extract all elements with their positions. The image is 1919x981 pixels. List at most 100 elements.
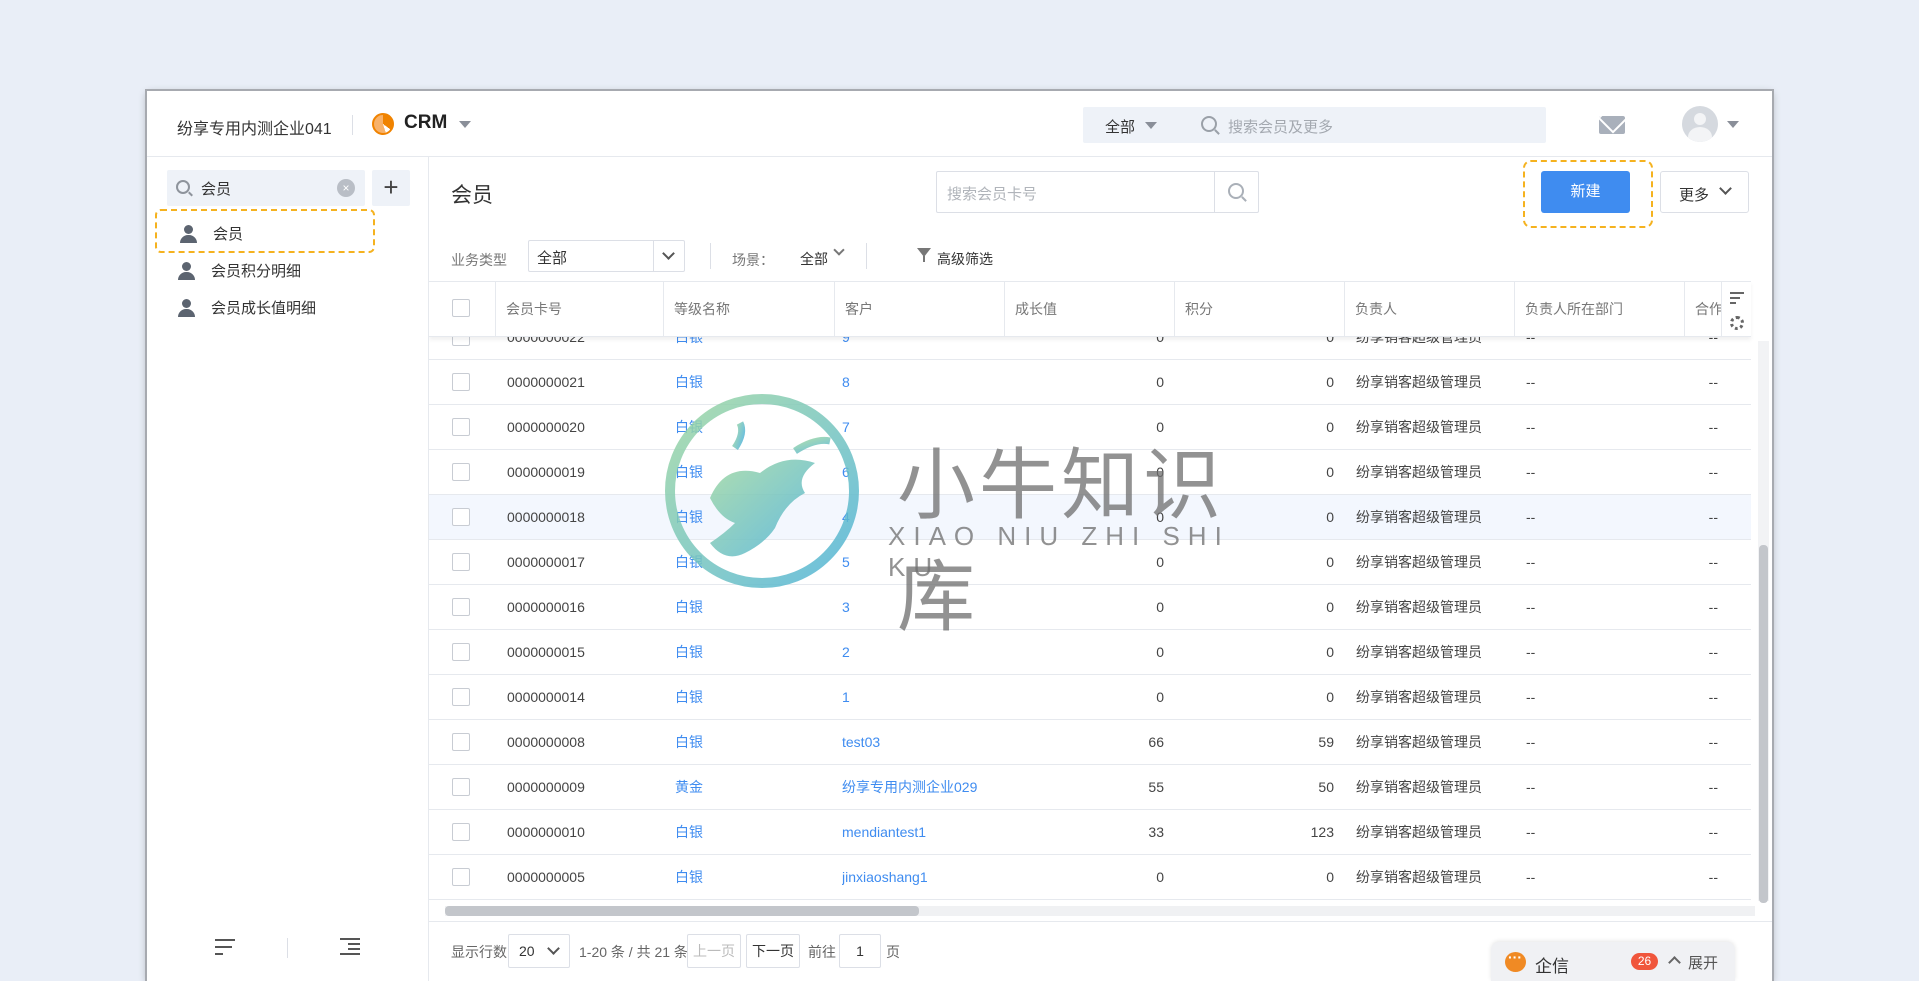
global-search-input[interactable]: 搜索会员及更多	[1228, 116, 1333, 137]
col-owner[interactable]: 负责人	[1344, 282, 1514, 337]
biz-type-select[interactable]: 全部	[528, 240, 685, 272]
row-checkbox[interactable]	[452, 418, 470, 436]
row-checkbox[interactable]	[452, 688, 470, 706]
cell-level[interactable]: 白银	[675, 675, 825, 720]
chevron-down-icon	[1719, 182, 1732, 195]
cell-customer[interactable]: 5	[842, 540, 1002, 585]
col-extra[interactable]: 合作	[1684, 282, 1721, 337]
cell-customer[interactable]: mendiantest1	[842, 810, 1002, 855]
cell-level[interactable]: 白银	[675, 540, 825, 585]
cell-level[interactable]: 白银	[675, 450, 825, 495]
row-checkbox[interactable]	[452, 553, 470, 571]
table-row[interactable]: 0000000021 白银 8 0 0 纷享销客超级管理员 -- --	[429, 360, 1751, 405]
sidebar-search-input[interactable]: 会员 ×	[167, 170, 365, 206]
table-row[interactable]: 0000000020 白银 7 0 0 纷享销客超级管理员 -- --	[429, 405, 1751, 450]
table-row[interactable]: 0000000005 白银 jinxiaoshang1 0 0 纷享销客超级管理员 -- --	[429, 855, 1751, 900]
sidebar-item-member[interactable]: 会员	[155, 209, 375, 253]
table-row[interactable]: 0000000008 白银 test03 66 59 纷享销客超级管理员 -- --	[429, 720, 1751, 765]
more-button[interactable]: 更多	[1660, 171, 1749, 213]
global-search[interactable]: 全部 搜索会员及更多	[1083, 107, 1546, 143]
row-checkbox[interactable]	[452, 733, 470, 751]
cell-level[interactable]: 白银	[675, 405, 825, 450]
goto-page-input[interactable]: 1	[839, 934, 881, 968]
row-checkbox[interactable]	[452, 463, 470, 481]
filter-icon[interactable]	[917, 248, 931, 262]
row-checkbox[interactable]	[452, 508, 470, 526]
scene-select[interactable]: 全部	[800, 249, 828, 269]
add-button[interactable]: +	[372, 170, 410, 206]
table-row[interactable]: 0000000010 白银 mendiantest1 33 123 纷享销客超级管理员 --…	[429, 810, 1751, 855]
avatar[interactable]	[1682, 106, 1718, 142]
cell-customer[interactable]: 3	[842, 585, 1002, 630]
col-points[interactable]: 积分	[1174, 282, 1344, 337]
table-row[interactable]: 0000000014 白银 1 0 0 纷享销客超级管理员 -- --	[429, 675, 1751, 720]
collapse-sidebar-icon[interactable]	[340, 938, 360, 956]
select-all-checkbox[interactable]	[452, 299, 470, 317]
col-growth[interactable]: 成长值	[1004, 282, 1174, 337]
crm-logo-icon[interactable]	[372, 113, 394, 135]
table-row[interactable]: 0000000015 白银 2 0 0 纷享销客超级管理员 -- --	[429, 630, 1751, 675]
cell-owner-dept: --	[1526, 689, 1536, 705]
search-scope-select[interactable]: 全部	[1105, 116, 1135, 137]
cell-customer[interactable]: 纷享专用内测企业029	[842, 765, 1002, 810]
row-checkbox[interactable]	[452, 823, 470, 841]
sidebar-search-value[interactable]: 会员	[201, 178, 231, 199]
chat-expand-button[interactable]: 展开	[1688, 952, 1718, 973]
sort-icon[interactable]	[1730, 292, 1744, 304]
cell-level[interactable]: 黄金	[675, 765, 825, 810]
gear-icon[interactable]	[1730, 316, 1744, 330]
mail-icon[interactable]	[1599, 116, 1625, 134]
row-checkbox[interactable]	[452, 598, 470, 616]
card-search-input[interactable]: 搜索会员卡号	[936, 171, 1259, 213]
row-checkbox[interactable]	[452, 868, 470, 886]
table-row[interactable]: 0000000009 黄金 纷享专用内测企业029 55 50 纷享销客超级管理员 -- --	[429, 765, 1751, 810]
cell-level[interactable]: 白银	[675, 360, 825, 405]
qixin-chat-widget[interactable]: 企信 26 展开	[1491, 942, 1735, 981]
advanced-filter-button[interactable]: 高级筛选	[937, 249, 993, 269]
cell-level[interactable]: 白银	[675, 585, 825, 630]
col-customer[interactable]: 客户	[834, 282, 1004, 337]
cell-level[interactable]: 白银	[675, 855, 825, 900]
table-row[interactable]: 0000000017 白银 5 0 0 纷享销客超级管理员 -- --	[429, 540, 1751, 585]
row-checkbox[interactable]	[452, 778, 470, 796]
cell-level[interactable]: 白银	[675, 720, 825, 765]
chevron-down-icon[interactable]	[1145, 122, 1157, 129]
chevron-down-icon[interactable]	[833, 244, 845, 256]
cell-customer[interactable]: 2	[842, 630, 1002, 675]
table-row[interactable]: 0000000018 白银 4 0 0 纷享销客超级管理员 -- --	[429, 495, 1751, 540]
row-checkbox[interactable]	[452, 373, 470, 391]
cell-card: 0000000019	[507, 464, 585, 480]
cell-customer[interactable]: 1	[842, 675, 1002, 720]
cell-customer[interactable]: 8	[842, 360, 1002, 405]
col-level[interactable]: 等级名称	[663, 282, 834, 337]
wrap-text-icon[interactable]	[215, 939, 235, 955]
cell-customer[interactable]: test03	[842, 720, 1002, 765]
cell-customer[interactable]: 4	[842, 495, 1002, 540]
col-card[interactable]: 会员卡号	[495, 282, 663, 337]
new-button[interactable]: 新建	[1541, 171, 1630, 213]
cell-level[interactable]: 白银	[675, 495, 825, 540]
more-label: 更多	[1679, 187, 1710, 204]
clear-icon[interactable]: ×	[337, 179, 355, 197]
table-row[interactable]: 0000000019 白银 6 0 0 纷享销客超级管理员 -- --	[429, 450, 1751, 495]
horizontal-scrollbar-thumb[interactable]	[445, 906, 919, 916]
search-button[interactable]	[1214, 172, 1258, 212]
card-search-placeholder[interactable]: 搜索会员卡号	[947, 183, 1037, 204]
sidebar-item-member-growth[interactable]: 会员成长值明细	[155, 285, 375, 329]
chevron-down-icon[interactable]	[459, 121, 471, 128]
prev-page-button[interactable]: 上一页	[687, 934, 741, 968]
cell-level[interactable]: 白银	[675, 630, 825, 675]
cell-customer[interactable]: 6	[842, 450, 1002, 495]
col-owner-dept[interactable]: 负责人所在部门	[1514, 282, 1684, 337]
app-name[interactable]: CRM	[404, 112, 447, 134]
table-row[interactable]: 0000000016 白银 3 0 0 纷享销客超级管理员 -- --	[429, 585, 1751, 630]
cell-customer[interactable]: jinxiaoshang1	[842, 855, 1002, 900]
page-size-select[interactable]: 20	[508, 934, 570, 968]
chevron-down-icon[interactable]	[1727, 121, 1739, 128]
row-checkbox[interactable]	[452, 643, 470, 661]
cell-level[interactable]: 白银	[675, 810, 825, 855]
company-name[interactable]: 纷享专用内测企业041	[177, 115, 332, 139]
vertical-scrollbar-thumb[interactable]	[1759, 545, 1768, 903]
next-page-button[interactable]: 下一页	[746, 934, 800, 968]
cell-customer[interactable]: 7	[842, 405, 1002, 450]
